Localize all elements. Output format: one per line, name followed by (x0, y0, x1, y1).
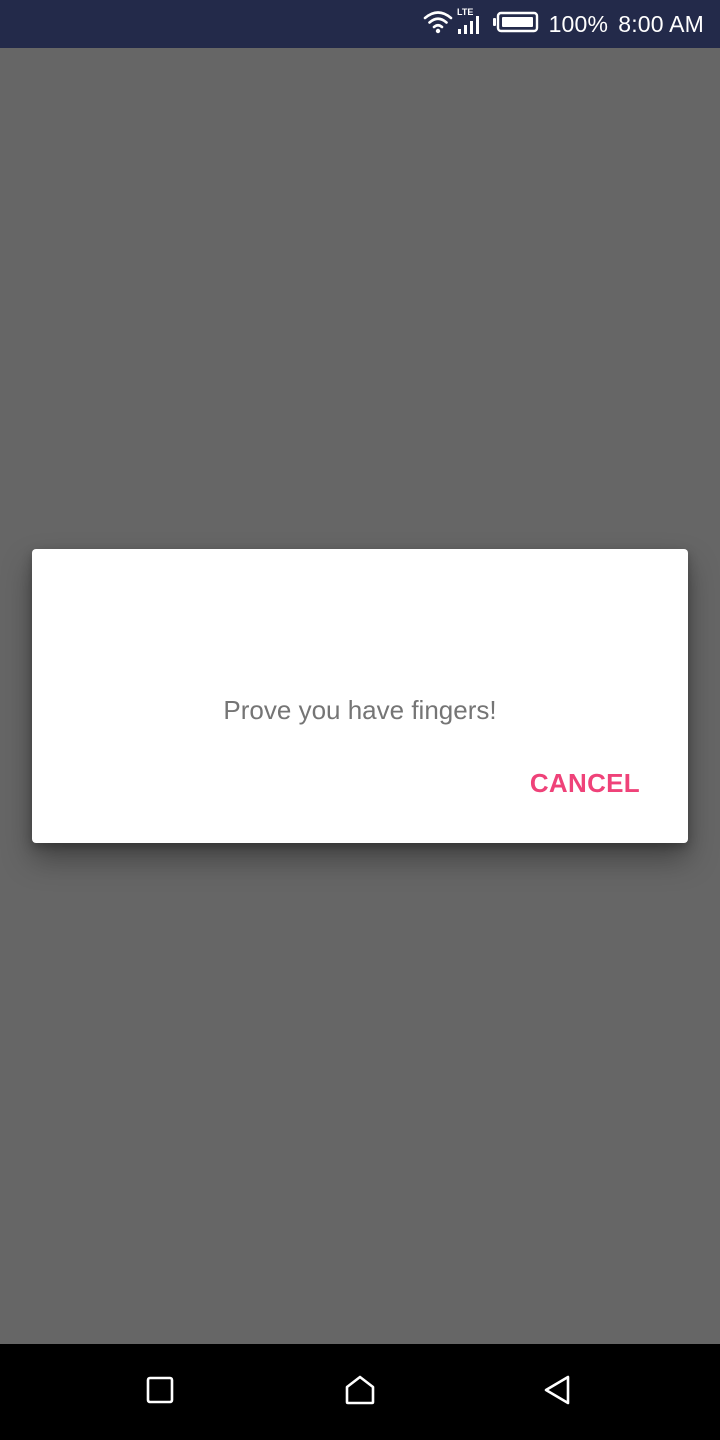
cellular-signal-icon: LTE (455, 7, 485, 42)
back-icon (542, 1374, 574, 1411)
navigation-bar (0, 1344, 720, 1440)
battery-icon (492, 11, 539, 38)
battery-percentage: 100% (548, 10, 609, 37)
network-type-label: LTE (457, 7, 473, 17)
back-button[interactable] (534, 1368, 582, 1416)
fingerprint-dialog: Prove you have fingers! CANCEL (32, 549, 688, 843)
home-button[interactable] (336, 1368, 384, 1416)
cancel-button[interactable]: CANCEL (514, 762, 656, 805)
dialog-message: Prove you have fingers! (223, 695, 497, 725)
status-icons: LTE 100% 8:00 AM (417, 0, 704, 48)
recents-icon (145, 1375, 175, 1410)
status-bar: LTE 100% 8:00 AM (0, 0, 720, 48)
recents-button[interactable] (136, 1368, 184, 1416)
wifi-icon (423, 10, 453, 39)
clock: 8:00 AM (618, 10, 704, 37)
home-icon (344, 1374, 376, 1411)
